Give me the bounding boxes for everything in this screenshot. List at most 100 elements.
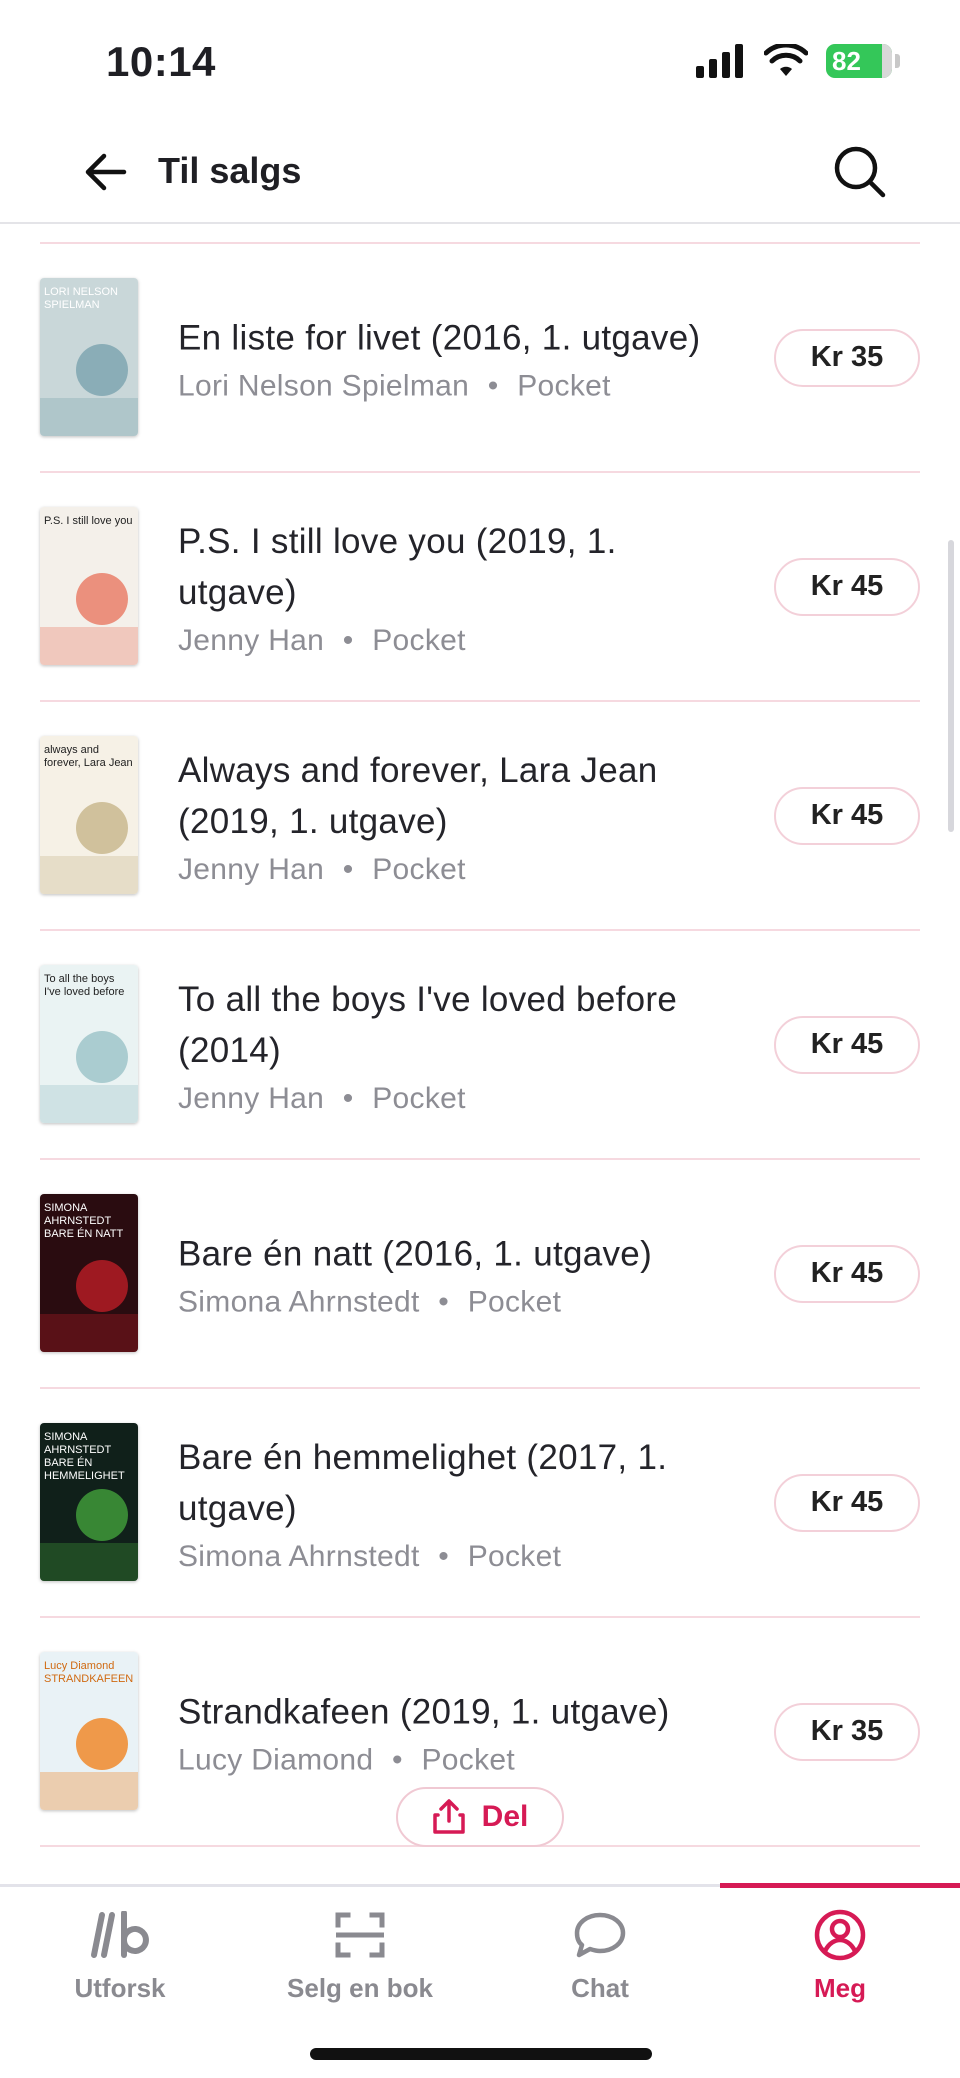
price-badge[interactable]: Kr 45 (774, 1473, 920, 1532)
book-list-item[interactable]: always and forever, Lara Jean Always and… (40, 700, 920, 929)
book-author: Jenny Han (178, 623, 325, 657)
home-indicator (310, 2048, 652, 2060)
book-title: Always and forever, Lara Jean (2019, 1. … (178, 750, 658, 841)
book-title: Bare én hemmelighet (2017, 1. utgave) (178, 1437, 668, 1528)
book-format: Pocket (517, 369, 611, 402)
book-format: Pocket (372, 1081, 466, 1115)
book-title: En liste for livet (2016, 1. utgave) (178, 318, 701, 357)
tab-meg[interactable]: Meg (720, 1905, 960, 2015)
meta-separator: • (392, 1743, 403, 1776)
book-title: To all the boys I've loved before (2014) (178, 979, 678, 1070)
cellular-signal-icon (696, 44, 743, 78)
book-info: Bare én hemmelighet (2017, 1. utgave) Si… (178, 1432, 738, 1574)
book-cover-image: P.S. I still love you (40, 507, 138, 665)
cover-band (40, 398, 138, 436)
book-list-item[interactable]: SIMONA AHRNSTEDT BARE ÉN HEMMELIGHET Bar… (40, 1387, 920, 1616)
book-info: To all the boys I've loved before (2014)… (178, 974, 738, 1116)
book-format: Pocket (372, 852, 466, 886)
profile-icon (814, 1909, 866, 1961)
share-button[interactable]: Del (396, 1787, 564, 1847)
book-cover-image: LORI NELSON SPIELMAN (40, 278, 138, 436)
cover-title-text: Lucy Diamond STRANDKAFEEN (44, 1660, 134, 1685)
share-label: Del (481, 1800, 529, 1833)
book-author: Lori Nelson Spielman (178, 369, 470, 402)
meta-separator: • (438, 1285, 450, 1318)
battery-level: 82 (832, 45, 861, 76)
book-cover-art (40, 507, 138, 665)
back-button[interactable] (80, 146, 132, 198)
book-info: En liste for livet (2016, 1. utgave) Lor… (178, 312, 738, 403)
book-list: LORI NELSON SPIELMAN En liste for livet … (40, 242, 920, 1847)
price-badge[interactable]: Kr 45 (774, 786, 920, 845)
book-cover-image: SIMONA AHRNSTEDT BARE ÉN NATT (40, 1194, 138, 1352)
cover-figure (76, 1031, 128, 1083)
meta-separator: • (342, 623, 354, 657)
cover-title-text: SIMONA AHRNSTEDT BARE ÉN NATT (44, 1202, 124, 1240)
book-meta: Lori Nelson Spielman • Pocket (178, 369, 738, 403)
book-author: Jenny Han (178, 1081, 325, 1115)
tab-utforsk[interactable]: Utforsk (0, 1905, 240, 2015)
logo-icon (91, 1911, 149, 1958)
book-meta: Jenny Han • Pocket (178, 1082, 738, 1116)
cover-title-text: SIMONA AHRNSTEDT BARE ÉN HEMMELIGHET (44, 1431, 125, 1482)
price-badge[interactable]: Kr 45 (774, 1015, 920, 1074)
book-meta: Simona Ahrnstedt • Pocket (178, 1285, 738, 1319)
scrollbar[interactable] (948, 540, 954, 832)
book-title: Strandkafeen (2019, 1. utgave) (178, 1692, 670, 1731)
book-cover-image: SIMONA AHRNSTEDT BARE ÉN HEMMELIGHET (40, 1423, 138, 1581)
battery-icon: 82 (826, 44, 900, 78)
book-format: Pocket (421, 1743, 515, 1776)
book-list-item[interactable]: LORI NELSON SPIELMAN En liste for livet … (40, 242, 920, 471)
cover-figure (76, 344, 128, 396)
cover-figure (76, 1718, 128, 1770)
book-format: Pocket (467, 1539, 562, 1573)
cover-figure (76, 1260, 128, 1312)
meta-separator: • (438, 1539, 450, 1573)
book-author: Jenny Han (178, 852, 325, 886)
price-badge[interactable]: Kr 35 (774, 328, 920, 387)
cover-title-text: always and forever, Lara Jean (44, 744, 133, 769)
tab-chat[interactable]: Chat (480, 1905, 720, 2015)
book-info: Always and forever, Lara Jean (2019, 1. … (178, 745, 738, 887)
page-title: Til salgs (158, 150, 302, 191)
book-format: Pocket (372, 623, 466, 657)
meta-separator: • (487, 369, 499, 402)
cover-figure (76, 802, 128, 854)
book-info: Strandkafeen (2019, 1. utgave) Lucy Diam… (178, 1686, 738, 1777)
book-meta: Simona Ahrnstedt • Pocket (178, 1540, 738, 1574)
book-author: Simona Ahrnstedt (178, 1285, 420, 1318)
book-list-item[interactable]: SIMONA AHRNSTEDT BARE ÉN NATT Bare én na… (40, 1158, 920, 1387)
price-badge[interactable]: Kr 45 (774, 1244, 920, 1303)
book-info: Bare én natt (2016, 1. utgave) Simona Ah… (178, 1228, 738, 1319)
book-cover-image: always and forever, Lara Jean (40, 736, 138, 894)
status-bar: 10:14 82 (0, 0, 960, 120)
cover-band (40, 1772, 138, 1810)
cover-title-text: LORI NELSON SPIELMAN (44, 286, 118, 311)
cover-band (40, 1314, 138, 1352)
cover-figure (76, 1489, 128, 1541)
active-tab-indicator (720, 1883, 960, 1888)
book-author: Lucy Diamond (178, 1743, 374, 1776)
search-icon (834, 146, 886, 198)
status-icons: 82 (696, 44, 900, 78)
book-list-item[interactable]: To all the boys I've loved before To all… (40, 929, 920, 1158)
cover-title-text: To all the boys I've loved before (44, 973, 125, 998)
share-icon (432, 1799, 465, 1834)
wifi-icon (764, 44, 808, 76)
scan-icon (335, 1912, 385, 1958)
book-list-item[interactable]: P.S. I still love you P.S. I still love … (40, 471, 920, 700)
search-button[interactable] (830, 142, 890, 202)
book-info: P.S. I still love you (2019, 1. utgave) … (178, 516, 738, 658)
tab-label: Utforsk (74, 1973, 166, 2003)
price-badge[interactable]: Kr 45 (774, 557, 920, 616)
book-title: P.S. I still love you (2019, 1. utgave) (178, 521, 617, 612)
tab-selg-en-bok[interactable]: Selg en bok (240, 1905, 480, 2015)
cover-band (40, 1543, 138, 1581)
book-title: Bare én natt (2016, 1. utgave) (178, 1234, 653, 1273)
tab-label: Meg (814, 1973, 866, 2003)
book-format: Pocket (467, 1285, 562, 1318)
price-badge[interactable]: Kr 35 (774, 1702, 920, 1761)
cover-figure (76, 573, 128, 625)
meta-separator: • (342, 1081, 354, 1115)
cover-title-text: P.S. I still love you (44, 515, 133, 527)
